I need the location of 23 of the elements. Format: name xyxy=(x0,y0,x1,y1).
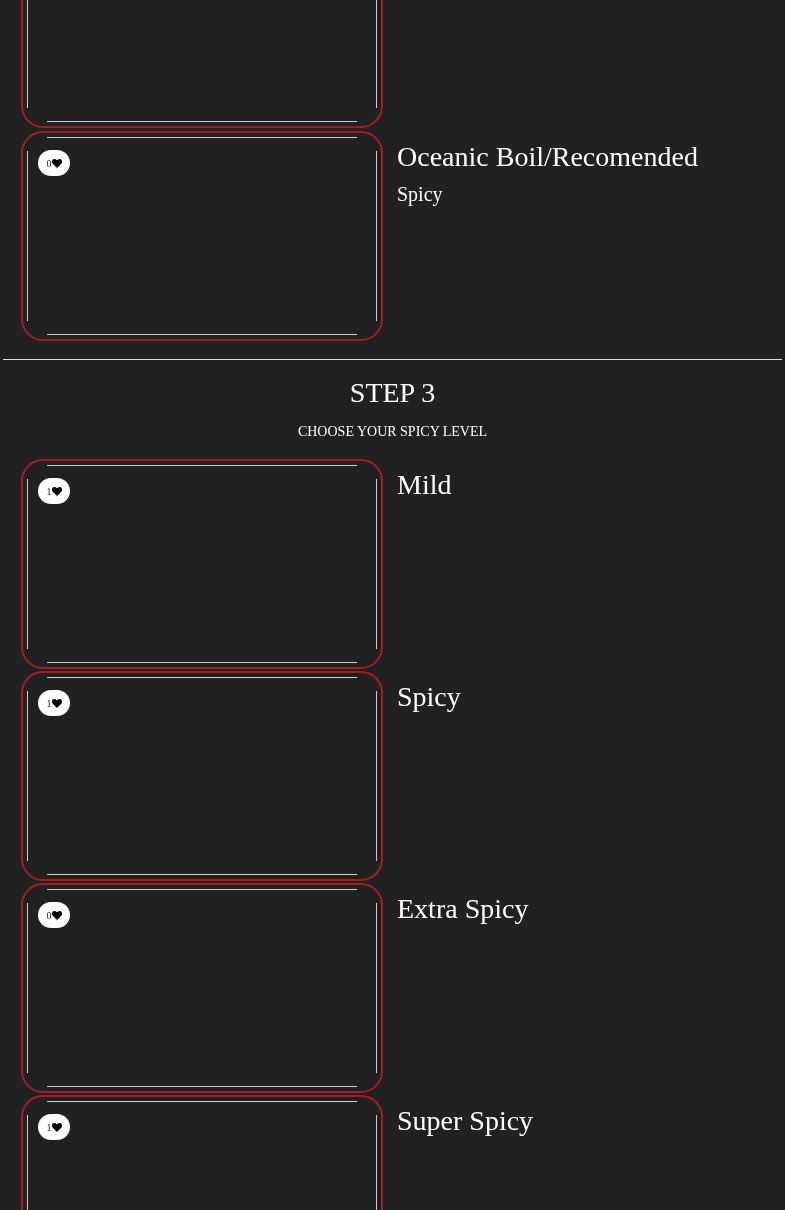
option-card[interactable]: 1 xyxy=(21,1095,383,1210)
like-count[interactable]: 1 xyxy=(38,690,70,716)
option-title: Mild xyxy=(397,468,452,502)
heart-icon xyxy=(51,158,62,168)
option-card[interactable]: 0 xyxy=(21,131,383,341)
option-card[interactable]: 1 xyxy=(21,671,383,881)
heart-icon xyxy=(51,1122,62,1132)
option-card[interactable]: 0 xyxy=(21,883,383,1093)
option-title: Super Spicy xyxy=(397,1104,534,1138)
like-count[interactable]: 1 xyxy=(38,478,70,504)
like-count[interactable]: 0 xyxy=(38,150,70,176)
step-heading: STEP 3 xyxy=(349,376,436,410)
option-subtitle: Spicy xyxy=(397,182,443,206)
heart-icon xyxy=(51,910,62,920)
like-count[interactable]: 0 xyxy=(38,902,70,928)
step-subheading: CHOOSE YOUR SPICY LEVEL xyxy=(297,424,488,440)
option-card[interactable]: 1 xyxy=(21,459,383,669)
option-title: Spicy xyxy=(397,680,461,714)
option-title: Extra Spicy xyxy=(397,892,529,926)
heart-icon xyxy=(51,486,62,496)
heart-icon xyxy=(51,698,62,708)
option-title: Oceanic Boil/Recomended xyxy=(397,140,698,174)
like-count[interactable]: 1 xyxy=(38,1114,70,1140)
